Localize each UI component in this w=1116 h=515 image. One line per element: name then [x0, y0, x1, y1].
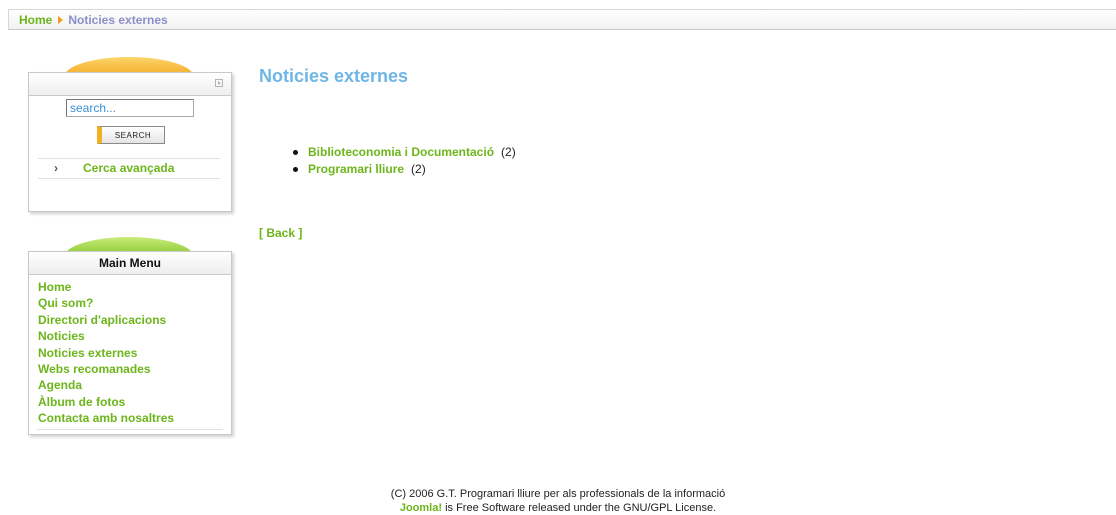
- search-input[interactable]: [66, 99, 194, 117]
- menu-item-agenda[interactable]: Agenda: [38, 378, 82, 392]
- menu-item-noticies[interactable]: Noticies: [38, 329, 85, 343]
- menu-item-album-fotos[interactable]: Àlbum de fotos: [38, 395, 125, 409]
- menu-item-contacta[interactable]: Contacta amb nosaltres: [38, 411, 174, 425]
- search-button[interactable]: SEARCH: [97, 126, 165, 144]
- category-count: (2): [501, 145, 516, 159]
- list-item: Biblioteconomia i Documentació (2): [291, 144, 516, 161]
- back-link[interactable]: [ Back ]: [259, 226, 302, 240]
- menu-item: Agenda: [38, 377, 231, 393]
- advanced-search-link[interactable]: Cerca avançada: [83, 159, 174, 178]
- breadcrumb-home-link[interactable]: Home: [19, 13, 52, 27]
- menu-item: Noticies externes: [38, 345, 231, 361]
- menu-item: Noticies: [38, 328, 231, 344]
- menu-item: Àlbum de fotos: [38, 394, 231, 410]
- page-title: Noticies externes: [259, 66, 409, 86]
- footer-copyright: (C) 2006 G.T. Programari lliure per als …: [390, 488, 726, 500]
- footer: (C) 2006 G.T. Programari lliure per als …: [0, 487, 1116, 515]
- menu-item: Qui som?: [38, 295, 231, 311]
- footer-license: Joomla! is Free Software released under …: [0, 501, 1116, 515]
- menu-item: Directori d'aplicacions: [38, 312, 231, 328]
- advanced-search-row: › Cerca avançada: [38, 158, 220, 179]
- main-menu-title: Main Menu: [29, 252, 231, 275]
- menu-item-directori[interactable]: Directori d'aplicacions: [38, 313, 166, 327]
- menu-item: Home: [38, 279, 231, 295]
- joomla-link[interactable]: Joomla!: [400, 502, 442, 514]
- chevron-right-icon: ›: [54, 161, 58, 175]
- search-module: SEARCH › Cerca avançada: [28, 72, 232, 212]
- breadcrumb-bar: Home Noticies externes: [8, 9, 1116, 30]
- menu-divider: [37, 428, 223, 430]
- category-link[interactable]: Biblioteconomia i Documentació: [308, 145, 494, 159]
- menu-item-home[interactable]: Home: [38, 280, 71, 294]
- footer-license-text: is Free Software released under the GNU/…: [442, 502, 717, 514]
- expand-icon[interactable]: [215, 79, 223, 87]
- search-module-header: [29, 73, 231, 96]
- category-list: Biblioteconomia i Documentació (2) Progra…: [291, 144, 516, 178]
- menu-item: Webs recomanades: [38, 361, 231, 377]
- menu-item: Contacta amb nosaltres: [38, 410, 231, 426]
- main-menu-list: Home Qui som? Directori d'aplicacions No…: [29, 275, 231, 427]
- list-item: Programari lliure (2): [291, 161, 516, 178]
- breadcrumb: Home Noticies externes: [19, 13, 168, 27]
- menu-item-qui-som[interactable]: Qui som?: [38, 296, 93, 310]
- menu-item-webs-recomanades[interactable]: Webs recomanades: [38, 362, 151, 376]
- main-menu-module: Main Menu Home Qui som? Directori d'apli…: [28, 251, 232, 435]
- category-link[interactable]: Programari lliure: [308, 162, 404, 176]
- triangle-right-icon: [58, 16, 64, 24]
- breadcrumb-current: Noticies externes: [68, 13, 168, 27]
- menu-item-noticies-externes[interactable]: Noticies externes: [38, 346, 137, 360]
- category-count: (2): [411, 162, 426, 176]
